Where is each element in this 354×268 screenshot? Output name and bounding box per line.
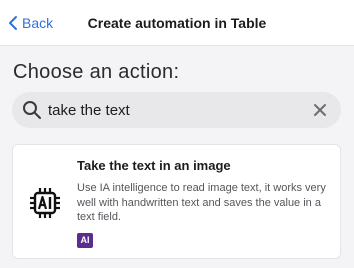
- action-description: Use IA intelligence to read image text, …: [77, 182, 326, 223]
- page-title: Create automation in Table: [87, 15, 267, 31]
- search-bar[interactable]: [12, 92, 341, 128]
- search-icon: [23, 101, 41, 119]
- search-input[interactable]: [48, 98, 298, 122]
- ai-chip-icon: [30, 188, 60, 218]
- section-heading: Choose an action:: [13, 61, 180, 83]
- ai-badge: AI: [77, 233, 93, 248]
- close-icon[interactable]: [313, 103, 327, 117]
- action-card[interactable]: Take the text in an image Use IA intelli…: [12, 144, 341, 259]
- top-bar: Back Create automation in Table: [0, 0, 354, 46]
- action-title: Take the text in an image: [77, 158, 231, 173]
